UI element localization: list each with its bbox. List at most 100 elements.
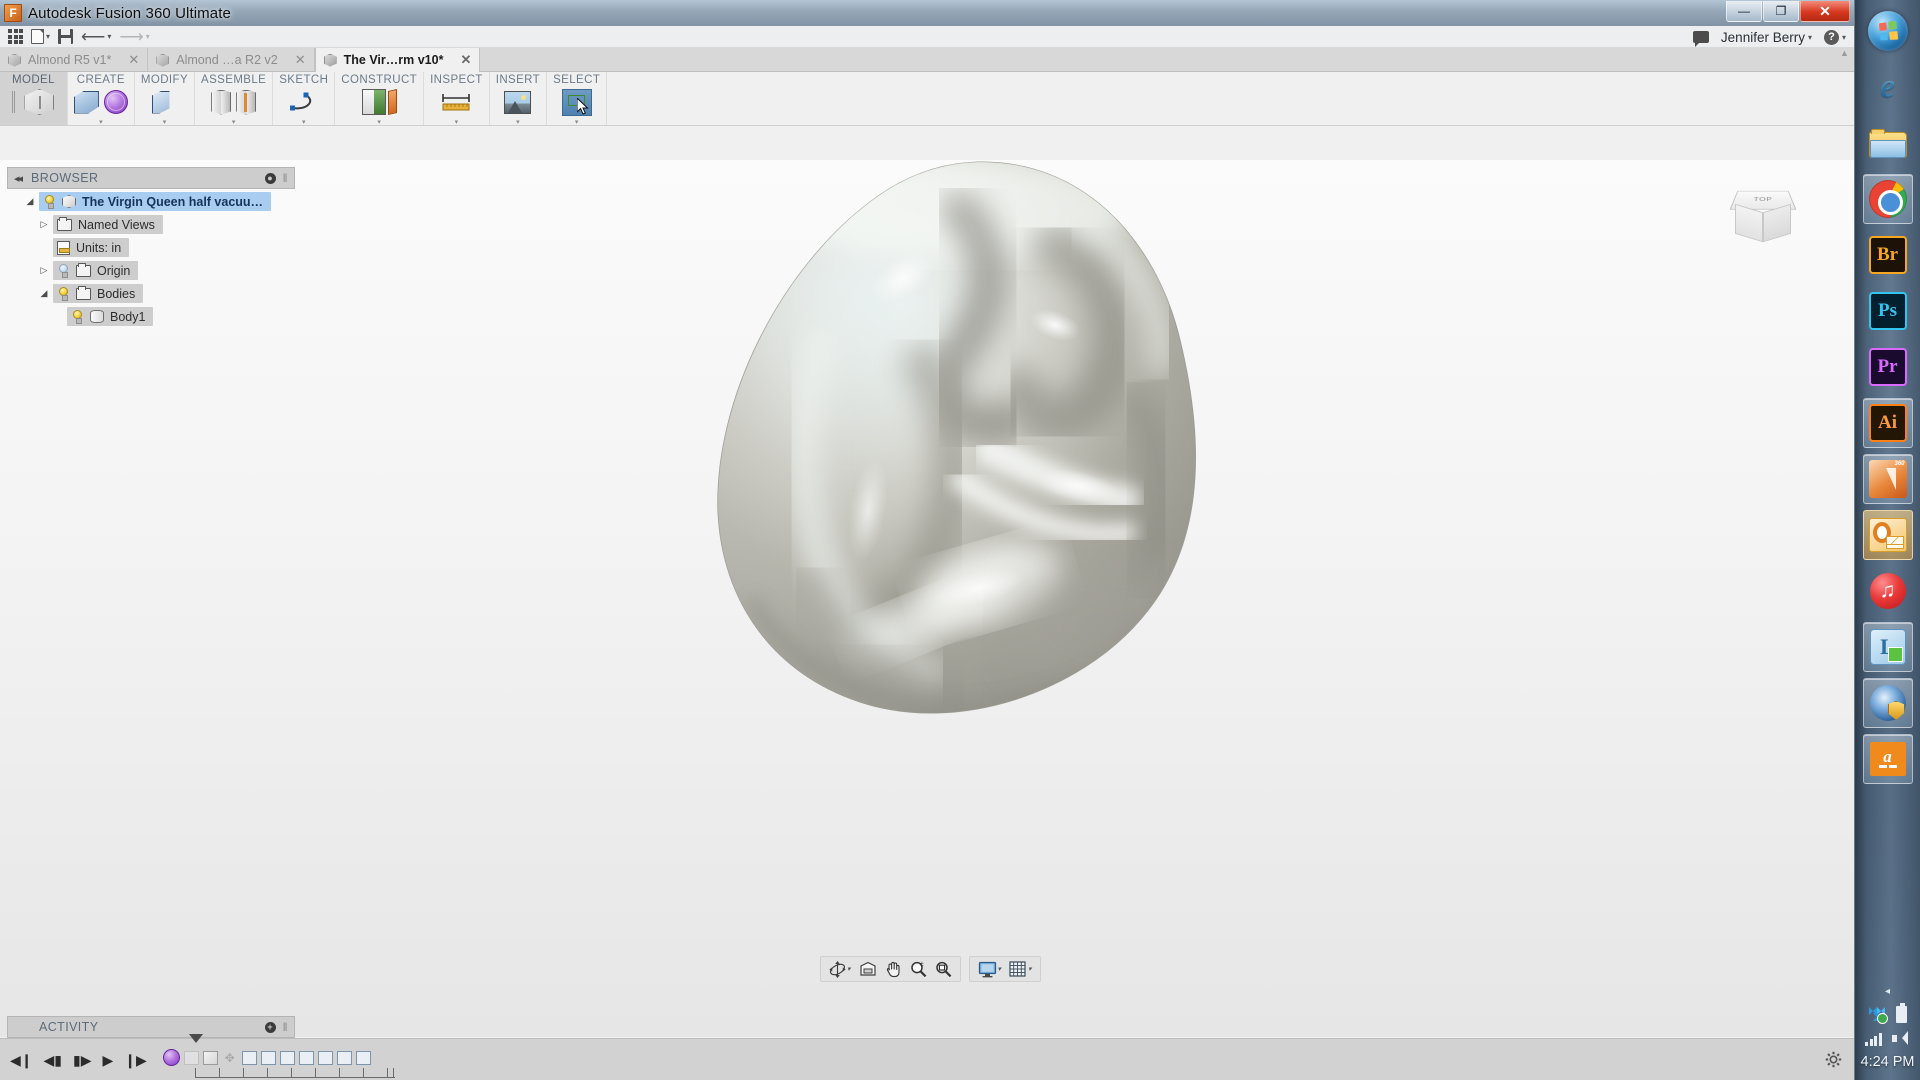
chevron-down-icon[interactable]: ▾: [232, 118, 236, 126]
timeline-feature-form-6[interactable]: [336, 1050, 354, 1067]
browser-settings-icon[interactable]: ●: [264, 172, 276, 184]
tree-row-units[interactable]: Units: in: [7, 236, 295, 259]
taskbar-adobe-bridge[interactable]: Br: [1863, 230, 1913, 280]
volume-icon[interactable]: [1891, 1031, 1910, 1046]
close-icon[interactable]: ✕: [295, 52, 306, 68]
show-data-panel-button[interactable]: [5, 27, 26, 47]
grid-snaps-button[interactable]: ▾: [1006, 961, 1035, 977]
ribbon-panel-assemble[interactable]: ASSEMBLE ▾: [195, 72, 274, 126]
view-cube[interactable]: TOP: [1726, 182, 1804, 252]
chevron-down-icon[interactable]: ▾: [377, 118, 381, 126]
ribbon-panel-inspect[interactable]: INSPECT ▾: [424, 72, 490, 126]
tree-item-body1[interactable]: Body1: [67, 307, 154, 326]
pan-tool-button[interactable]: [882, 961, 905, 978]
fit-tool-button[interactable]: [932, 961, 955, 978]
dropbox-icon[interactable]: [1868, 1007, 1888, 1024]
network-signal-icon[interactable]: [1865, 1032, 1882, 1046]
chevron-down-icon[interactable]: ▾: [575, 118, 579, 126]
timeline-step-back-button[interactable]: ◀▮: [44, 1053, 62, 1067]
timeline-feature-form-4[interactable]: [298, 1050, 316, 1067]
expander-icon[interactable]: ▷: [35, 265, 53, 276]
panel-grip-icon[interactable]: ‖: [283, 171, 288, 185]
undo-button[interactable]: ⟵ ▾: [78, 27, 114, 47]
taskbar-internet-explorer[interactable]: e: [1863, 62, 1913, 112]
chevron-down-icon[interactable]: ▾: [1028, 965, 1032, 973]
chevron-down-icon[interactable]: ▾: [516, 118, 520, 126]
taskbar-skype-for-business[interactable]: L: [1862, 622, 1913, 672]
taskbar-adobe-premiere[interactable]: Pr: [1863, 342, 1913, 392]
scroll-up-indicator[interactable]: ▲: [1840, 48, 1851, 62]
tree-item-bodies[interactable]: Bodies: [53, 284, 144, 303]
minimize-button[interactable]: —: [1726, 1, 1762, 22]
display-settings-button[interactable]: ▾: [975, 961, 1005, 978]
press-pull-icon[interactable]: ➤: [151, 90, 170, 114]
panel-grip-icon[interactable]: ‖: [283, 1020, 288, 1034]
tree-item-units[interactable]: Units: in: [53, 238, 130, 257]
chevron-down-icon[interactable]: ▾: [99, 118, 103, 126]
user-menu[interactable]: Jennifer Berry: [1721, 30, 1805, 45]
tree-row-origin[interactable]: ▷ Origin: [7, 259, 295, 282]
chevron-down-icon[interactable]: ▾: [302, 118, 306, 126]
orbit-tool-button[interactable]: ▾: [826, 960, 854, 978]
taskbar-clock[interactable]: 4:24 PM: [1861, 1054, 1915, 1070]
visibility-bulb-icon[interactable]: [57, 286, 70, 301]
timeline-play-button[interactable]: ▶: [102, 1053, 113, 1067]
close-icon[interactable]: ✕: [128, 52, 139, 68]
construction-plane-icon[interactable]: [361, 89, 386, 115]
tree-item-named-views[interactable]: Named Views: [53, 215, 163, 234]
chevron-down-icon[interactable]: ▾: [163, 118, 167, 126]
tray-expand-icon[interactable]: ◂: [1885, 986, 1890, 997]
document-tab-virgin-queen[interactable]: The Vir…rm v10* ✕: [314, 48, 481, 72]
clipboard-icon[interactable]: [1895, 1003, 1907, 1023]
visibility-bulb-icon[interactable]: [57, 263, 70, 278]
spline-icon[interactable]: [289, 90, 318, 114]
chevron-down-icon[interactable]: ▾: [1808, 33, 1812, 42]
offset-plane-icon[interactable]: [387, 89, 397, 115]
save-button[interactable]: [55, 27, 76, 47]
help-icon[interactable]: ?: [1823, 29, 1839, 45]
expander-icon[interactable]: ▷: [35, 219, 53, 230]
tree-row-component[interactable]: ◢ The Virgin Queen half vacuu…: [7, 190, 295, 213]
tree-row-body1[interactable]: Body1: [7, 305, 295, 328]
document-tab-almond-r2[interactable]: Almond …a R2 v2 ✕: [148, 48, 315, 72]
timeline-feature-form-5[interactable]: [317, 1050, 335, 1067]
ribbon-panel-insert[interactable]: INSERT ▾: [490, 72, 548, 126]
redo-button[interactable]: ⟶ ▾: [116, 27, 152, 47]
timeline-feature-form-3[interactable]: [279, 1050, 297, 1067]
ribbon-panel-select[interactable]: SELECT ▾: [547, 72, 608, 126]
insert-image-icon[interactable]: [504, 90, 532, 114]
timeline-go-to-end-button[interactable]: ❙▶: [124, 1053, 147, 1067]
chevron-down-icon[interactable]: ▾: [1842, 33, 1846, 42]
tree-item-origin[interactable]: Origin: [53, 261, 139, 280]
ribbon-panel-modify[interactable]: MODIFY ➤ ▾: [135, 72, 196, 126]
taskbar-adobe-illustrator[interactable]: Ai: [1862, 398, 1913, 448]
comments-icon[interactable]: [1692, 31, 1709, 47]
visibility-bulb-icon[interactable]: [43, 194, 56, 209]
timeline-feature-form-2[interactable]: [260, 1050, 278, 1067]
taskbar-file-explorer[interactable]: [1863, 118, 1913, 168]
timeline-playhead-marker[interactable]: [188, 1033, 209, 1061]
collapse-icon[interactable]: ◂◂: [14, 172, 23, 185]
zoom-tool-button[interactable]: ±: [907, 961, 930, 978]
joint-icon[interactable]: [211, 89, 232, 115]
taskbar-windows-defender[interactable]: [1862, 678, 1913, 728]
select-window-icon[interactable]: [561, 88, 592, 116]
close-icon[interactable]: ✕: [460, 52, 471, 68]
tree-row-named-views[interactable]: ▷ Named Views: [7, 213, 295, 236]
maximize-button[interactable]: ❐: [1763, 1, 1799, 22]
tree-item-virgin-queen[interactable]: The Virgin Queen half vacuu…: [39, 192, 272, 211]
document-tab-almond-r5[interactable]: Almond R5 v1* ✕: [0, 48, 149, 72]
ribbon-panel-sketch[interactable]: SKETCH ▾: [273, 72, 336, 126]
sphere-icon[interactable]: [103, 90, 128, 114]
chevron-down-icon[interactable]: ▾: [455, 118, 459, 126]
box-icon[interactable]: [73, 90, 99, 114]
almond-solid-body[interactable]: [660, 150, 1340, 830]
file-new-button[interactable]: ▾: [28, 27, 53, 47]
ribbon-panel-create[interactable]: CREATE ▾: [68, 72, 135, 126]
ribbon-panel-construct[interactable]: CONSTRUCT ▾: [335, 72, 425, 126]
timeline-feature-form-7[interactable]: [355, 1050, 373, 1067]
timeline-feature-move[interactable]: ✥: [222, 1051, 238, 1065]
taskbar-fusion-360[interactable]: 360: [1862, 454, 1913, 504]
chevron-down-icon[interactable]: ▾: [847, 965, 851, 973]
chevron-down-icon[interactable]: ▾: [998, 965, 1002, 973]
